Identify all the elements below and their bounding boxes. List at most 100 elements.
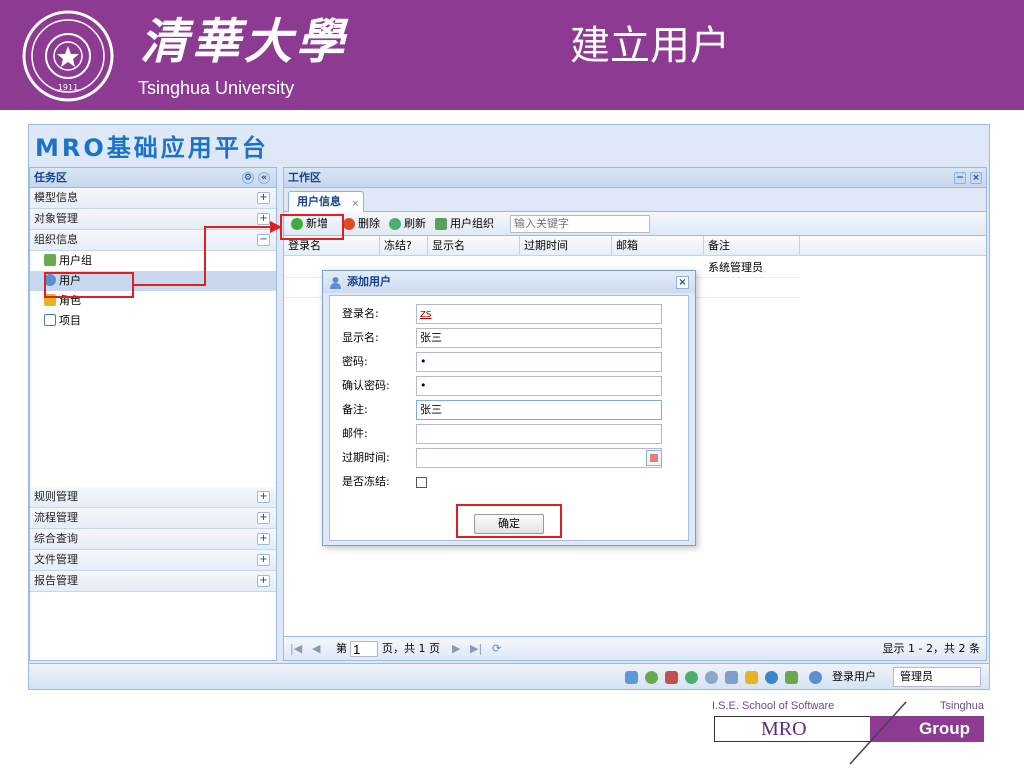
column-header[interactable]: 过期时间 — [520, 236, 612, 256]
search-input[interactable] — [510, 215, 650, 233]
footer-school: I.S.E. School of Software — [712, 700, 835, 712]
page-info: 显示 1 - 2，共 2 条 — [882, 642, 980, 655]
refresh-icon[interactable] — [685, 671, 698, 684]
expire-time-label: 过期时间: — [342, 451, 390, 464]
info-icon[interactable] — [705, 671, 718, 684]
section-query[interactable]: 综合查询 + — [30, 529, 276, 550]
confirm-password-label: 确认密码: — [342, 379, 390, 392]
login-user-label: 登录用户 — [832, 670, 876, 683]
section-label: 文件管理 — [34, 553, 78, 566]
frozen-label: 是否冻结: — [342, 475, 390, 488]
dialog-title: 添加用户 — [347, 275, 391, 288]
book-icon[interactable] — [665, 671, 678, 684]
expand-icon[interactable]: + — [257, 575, 270, 587]
expire-time-field[interactable] — [416, 448, 662, 468]
section-model-info[interactable]: 模型信息 + — [30, 188, 276, 209]
expand-icon[interactable]: + — [257, 512, 270, 524]
edit-icon[interactable] — [725, 671, 738, 684]
delete-icon — [343, 218, 355, 230]
first-page-icon[interactable]: |◀ — [290, 641, 302, 657]
prev-page-icon[interactable]: ◀ — [312, 641, 320, 657]
dialog-header: 添加用户 × — [323, 271, 695, 293]
export-icon[interactable] — [625, 671, 638, 684]
settings-icon[interactable] — [645, 671, 658, 684]
pager: |◀ ◀ 第 页，共 1 页 ▶ ▶| ⟳ 显示 1 - 2，共 2 条 — [284, 636, 986, 660]
expand-icon[interactable]: + — [257, 213, 270, 225]
section-label: 综合查询 — [34, 532, 78, 545]
tab-close-icon[interactable]: × — [351, 194, 359, 214]
status-bar: 登录用户 管理员 — [29, 663, 989, 689]
highlight-add-button — [280, 214, 344, 240]
help-icon[interactable] — [765, 671, 778, 684]
section-flow-mgmt[interactable]: 流程管理 + — [30, 508, 276, 529]
password-field[interactable]: • — [416, 352, 662, 372]
display-name-label: 显示名: — [342, 331, 379, 344]
column-header[interactable]: 冻结? — [380, 236, 428, 256]
section-org-info[interactable]: 组织信息 − — [30, 230, 276, 251]
close-icon[interactable]: × — [676, 276, 689, 289]
close-icon[interactable]: × — [970, 172, 982, 184]
user-org-label: 用户组织 — [450, 217, 494, 230]
refresh-icon — [389, 218, 401, 230]
collapse-left-icon[interactable]: « — [258, 172, 270, 184]
login-user-value: 管理员 — [893, 667, 981, 687]
refresh-button[interactable]: 刷新 — [388, 215, 426, 233]
translate-icon[interactable] — [785, 671, 798, 684]
toolbar: 新增 删除 刷新 用户组织 — [284, 212, 986, 236]
slide-banner: 1911 清華大學 Tsinghua University 建立用户 — [0, 0, 1024, 110]
page-prefix: 第 — [336, 642, 347, 655]
section-rule-mgmt[interactable]: 规则管理 + — [30, 487, 276, 508]
section-label: 规则管理 — [34, 490, 78, 503]
slide-title: 建立用户 — [570, 23, 730, 69]
tab-user-info[interactable]: 用户信息 × — [288, 191, 364, 212]
calendar-icon[interactable] — [646, 450, 662, 466]
refresh-icon[interactable]: ⟳ — [492, 641, 501, 657]
key-icon[interactable] — [745, 671, 758, 684]
page-number-input[interactable] — [350, 641, 378, 657]
delete-button[interactable]: 删除 — [342, 215, 380, 233]
gear-icon[interactable]: ⚙ — [242, 172, 254, 184]
section-label: 流程管理 — [34, 511, 78, 524]
university-name-en: Tsinghua University — [138, 78, 295, 98]
section-label: 组织信息 — [34, 233, 78, 246]
tab-strip: 用户信息 × — [284, 188, 986, 212]
page-suffix: 页，共 1 页 — [382, 642, 440, 655]
note-field[interactable]: 张三 — [416, 400, 662, 420]
login-name-field[interactable]: zs — [416, 304, 662, 324]
login-name-label: 登录名: — [342, 307, 379, 320]
column-header[interactable]: 邮箱 — [612, 236, 704, 256]
tree-item-label: 项目 — [59, 314, 81, 327]
project-icon — [44, 314, 56, 326]
frozen-checkbox[interactable] — [416, 477, 427, 488]
app-title: MRO基础应用平台 — [35, 134, 269, 162]
university-name-cn: 清華大學 — [140, 14, 349, 70]
tree-item-label: 用户组 — [59, 254, 92, 267]
section-report-mgmt[interactable]: 报告管理 + — [30, 571, 276, 592]
arrow-line — [134, 284, 206, 286]
minimize-icon[interactable]: − — [954, 172, 966, 184]
column-header[interactable]: 备注 — [704, 236, 800, 256]
delete-label: 删除 — [358, 217, 380, 230]
tsinghua-seal-icon: 1911 — [22, 10, 114, 102]
tree-item-user-group[interactable]: 用户组 — [30, 251, 276, 271]
expand-icon[interactable]: + — [257, 554, 270, 566]
tab-label: 用户信息 — [297, 195, 341, 208]
email-field[interactable] — [416, 424, 662, 444]
expand-icon[interactable]: + — [257, 491, 270, 503]
tree-item-project[interactable]: 项目 — [30, 311, 276, 331]
collapse-icon[interactable]: − — [257, 234, 270, 246]
column-header[interactable]: 显示名 — [428, 236, 520, 256]
last-page-icon[interactable]: ▶| — [470, 641, 482, 657]
next-page-icon[interactable]: ▶ — [452, 641, 460, 657]
users-group-icon — [44, 254, 56, 266]
arrow-line — [204, 226, 206, 286]
task-panel-header: 任务区 ⚙ « — [30, 168, 276, 188]
confirm-password-field[interactable]: • — [416, 376, 662, 396]
expand-icon[interactable]: + — [257, 192, 270, 204]
section-label: 模型信息 — [34, 191, 78, 204]
expand-icon[interactable]: + — [257, 533, 270, 545]
section-file-mgmt[interactable]: 文件管理 + — [30, 550, 276, 571]
user-icon — [809, 671, 822, 684]
user-org-button[interactable]: 用户组织 — [434, 215, 494, 233]
display-name-field[interactable]: 张三 — [416, 328, 662, 348]
